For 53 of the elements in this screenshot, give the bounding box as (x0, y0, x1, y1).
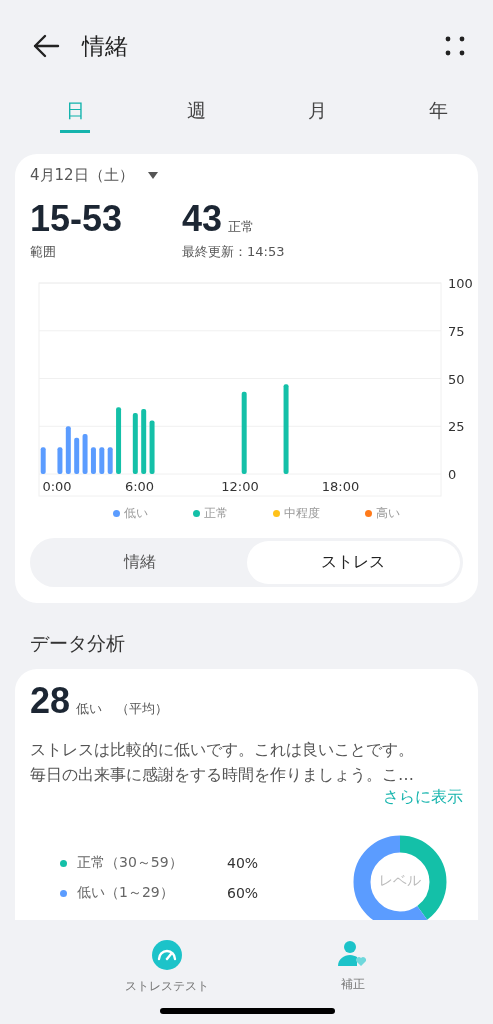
chart-bar (65, 426, 71, 474)
chart-bar (149, 420, 155, 474)
back-icon[interactable] (32, 34, 60, 58)
chart-bar (99, 447, 105, 474)
average-value: 28 (30, 683, 71, 719)
average-label: （平均） (116, 700, 169, 718)
current-status: 正常 (228, 218, 255, 236)
nav-label[interactable]: ストレステスト (124, 978, 209, 995)
legend-label: 正常 (203, 505, 228, 522)
dropdown-caret-icon[interactable] (147, 172, 158, 179)
chart-bar (82, 433, 88, 474)
range-value: 15-53 (30, 201, 123, 237)
y-tick-label: 25 (448, 419, 465, 435)
level-percent: 40% (227, 855, 259, 871)
period-tab[interactable]: 月 (302, 92, 332, 134)
x-tick-label: 6:00 (124, 479, 155, 494)
chart-bar (116, 407, 122, 474)
current-value: 43 (182, 201, 223, 237)
description-text: ストレスは比較的に低いです。これは良いことです。 (30, 739, 415, 761)
last-updated: 最終更新：14:53 (182, 243, 285, 261)
description-text: 毎日の出来事に感謝をする時間を作りましょう。こ… (30, 764, 415, 786)
segment-option[interactable]: ストレス (246, 541, 460, 584)
chart-bar (141, 409, 147, 474)
chart-bar (40, 447, 46, 474)
level-label: 正常（30～59） (77, 854, 184, 872)
section-heading: データ分析 (29, 631, 126, 656)
date-selector[interactable]: 4月12日（土） (30, 166, 134, 185)
range-label: 範囲 (30, 243, 57, 261)
x-tick-label: 18:00 (321, 479, 360, 494)
page-title: 情緒 (82, 31, 129, 61)
y-tick-label: 50 (448, 371, 465, 387)
more-icon[interactable] (445, 36, 465, 56)
x-tick-label: 0:00 (42, 479, 72, 494)
y-tick-label: 100 (448, 276, 473, 291)
chart-bar (74, 437, 80, 474)
segment-option[interactable]: 情緒 (33, 541, 247, 584)
chart-bar (57, 447, 63, 474)
period-tab[interactable]: 年 (423, 92, 453, 134)
donut-label: レベル (378, 872, 422, 890)
chart-bar (107, 447, 113, 474)
average-status: 低い (76, 700, 103, 718)
y-tick-label: 75 (448, 323, 465, 339)
legend-label: 中程度 (284, 505, 321, 522)
legend-label: 高い (376, 505, 401, 522)
level-label: 低い（1～29） (77, 884, 175, 902)
level-percent: 60% (227, 885, 259, 901)
chart-bar (132, 412, 138, 474)
x-tick-label: 12:00 (221, 479, 259, 494)
period-tab[interactable]: 週 (181, 92, 211, 134)
legend-label: 低い (123, 505, 148, 522)
nav-label[interactable]: 補正 (341, 976, 366, 993)
chart-bar (90, 447, 96, 474)
y-tick-label: 0 (448, 467, 457, 482)
